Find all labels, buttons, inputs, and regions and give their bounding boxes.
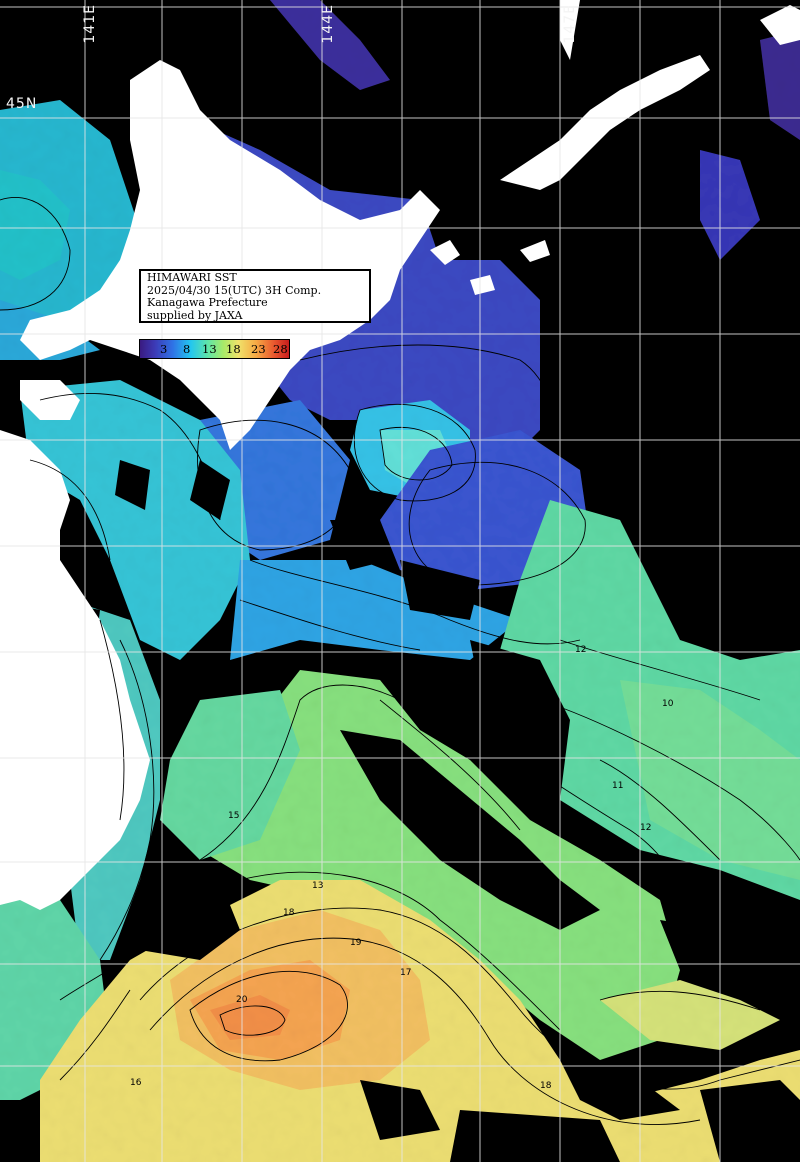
lon-label: 141E xyxy=(82,4,98,44)
contour-label: 11 xyxy=(612,781,623,791)
legend-labels: 3 8 13 18 23 28 xyxy=(139,341,290,357)
legend-tick: 18 xyxy=(226,342,241,356)
legend-tick: 13 xyxy=(202,342,217,356)
info-supplier: supplied by JAXA xyxy=(147,308,243,322)
contour-label: 10 xyxy=(662,699,674,709)
info-box: HIMAWARI SST 2025/04/30 15(UTC) 3H Comp.… xyxy=(139,269,371,323)
contour-label: 18 xyxy=(283,908,295,918)
contour-label: 15 xyxy=(228,811,239,821)
legend-tick: 3 xyxy=(160,342,168,356)
contour-label: 17 xyxy=(400,968,411,978)
lat-label: 45N xyxy=(6,96,38,112)
lon-label: 144E xyxy=(320,4,336,44)
contour-label: 16 xyxy=(130,1078,142,1088)
info-org: Kanagawa Prefecture xyxy=(147,296,268,309)
contour-label: 19 xyxy=(350,938,362,948)
sst-map: 20 19 18 18 18 17 16 15 13 12 11 10 12 xyxy=(0,0,800,1162)
contour-label: 12 xyxy=(575,645,586,655)
info-title: HIMAWARI SST xyxy=(147,271,237,284)
contour-label: 20 xyxy=(236,995,248,1005)
contour-label: 18 xyxy=(540,1081,552,1091)
contour-label: 12 xyxy=(640,823,651,833)
legend-tick: 28 xyxy=(273,342,288,356)
legend-tick: 23 xyxy=(251,342,266,356)
contour-label: 13 xyxy=(312,881,323,891)
lon-label: 147E xyxy=(562,4,578,44)
contour-label: 18 xyxy=(775,1131,787,1141)
legend-tick: 8 xyxy=(183,342,191,356)
